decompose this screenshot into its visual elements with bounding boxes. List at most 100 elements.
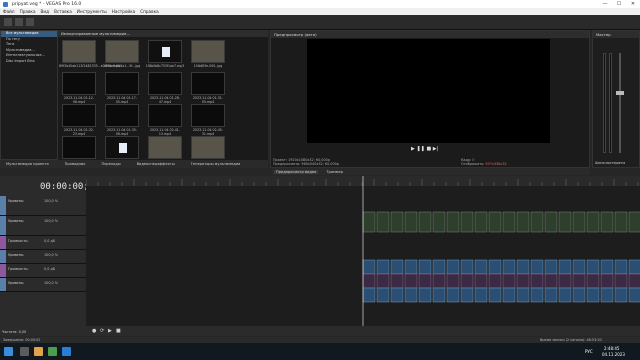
timeline-clip (572, 259, 586, 275)
minimize-button[interactable]: — (598, 0, 612, 8)
timeline-clip (390, 273, 404, 289)
media-thumbnail[interactable] (148, 104, 182, 127)
timeline-clip (404, 211, 418, 233)
tree-item-disc-import[interactable]: Disc Import Bins (1, 59, 57, 65)
timeline-clip (502, 287, 516, 303)
tab-trimmer[interactable]: Триммер (326, 170, 343, 174)
master-fader-handle[interactable] (616, 91, 624, 95)
track-header[interactable]: Уровень: 100,0 % (0, 250, 86, 264)
language-indicator[interactable]: РУС (585, 349, 593, 354)
tab-media-generators[interactable]: Генераторы мультимедиа (191, 162, 241, 166)
timeline-clip (586, 273, 600, 289)
pause-icon[interactable]: ❚❚ (416, 146, 424, 152)
track-header[interactable]: Уровень: 100,0 % (0, 278, 86, 292)
track-param-value[interactable]: 0,0 дБ (44, 239, 55, 243)
browser-icon[interactable] (48, 347, 57, 356)
track-param-value[interactable]: 100,0 % (44, 281, 58, 285)
stop-icon[interactable]: ■ (426, 146, 431, 152)
track-param-value[interactable]: 100,0 % (44, 253, 58, 257)
timeline-clip (376, 211, 390, 233)
media-thumbnail[interactable] (105, 136, 139, 159)
close-button[interactable]: ✕ (626, 0, 640, 8)
menu-help[interactable]: Справка (140, 9, 158, 14)
tab-transitions[interactable]: Переходы (102, 162, 121, 166)
maximize-button[interactable]: ☐ (612, 0, 626, 8)
track-header[interactable]: Уровень: 100,0 % (0, 196, 86, 216)
search-icon[interactable] (20, 347, 29, 356)
media-thumbnail[interactable] (62, 40, 96, 63)
loop-icon[interactable]: ⟳ (100, 328, 104, 334)
media-thumbnail[interactable] (148, 40, 182, 63)
track-header[interactable]: Уровень: 100,0 % (0, 216, 86, 236)
media-thumbnail[interactable] (105, 40, 139, 63)
track-color-strip (0, 216, 6, 235)
master-bus-label: Шина мастеринга (595, 161, 626, 165)
timeline-clip (488, 259, 502, 275)
media-thumbnail[interactable] (148, 72, 182, 95)
media-thumbnail[interactable] (191, 40, 225, 63)
timeline-clip (628, 259, 640, 275)
menu-file[interactable]: Файл (3, 9, 15, 14)
media-thumbnail[interactable] (105, 72, 139, 95)
vegas-taskbar-icon[interactable] (62, 347, 71, 356)
timeline-clip (516, 273, 530, 289)
media-thumbnail[interactable] (62, 72, 96, 95)
media-thumbnail[interactable] (62, 104, 96, 127)
timeline-clip (586, 211, 600, 233)
master-fader-track (619, 53, 621, 153)
track-header[interactable]: Громкость: 0,0 дБ (0, 236, 86, 250)
file-explorer-icon[interactable] (34, 347, 43, 356)
timeline-canvas[interactable] (86, 176, 640, 326)
tab-video-preview[interactable]: Предпросмотр видео (274, 169, 319, 174)
record-icon[interactable]: ● (92, 328, 96, 334)
tab-explorer[interactable]: Проводник (65, 162, 86, 166)
track-header[interactable]: Громкость: 0,0 дБ (0, 264, 86, 278)
track-headers: 00:00:00;00 Уровень: 100,0 % Уровень: 100,0… (0, 176, 100, 336)
tab-project-media[interactable]: Мультимедиа проекта (6, 162, 49, 166)
media-thumbnail[interactable] (62, 136, 96, 159)
track-param-value[interactable]: 100,0 % (44, 199, 58, 203)
next-frame-icon[interactable]: ▶| (433, 146, 439, 152)
new-icon[interactable] (4, 18, 12, 26)
media-thumbnail[interactable] (191, 72, 225, 95)
master-title: Мастер (596, 32, 611, 37)
taskbar: РУС 2:48:45 04.11.2023 (0, 343, 640, 360)
timeline-clip (418, 259, 432, 275)
media-thumbnail[interactable] (148, 136, 182, 159)
timeline-track-area[interactable] (86, 176, 640, 326)
timeline-clip (572, 211, 586, 233)
timeline-clip (516, 287, 530, 303)
media-thumbnail[interactable] (105, 104, 139, 127)
open-icon[interactable] (15, 18, 23, 26)
stop-timeline-icon[interactable]: ■ (116, 328, 121, 334)
timeline-clip (544, 259, 558, 275)
track-param-value[interactable]: 100,0 % (44, 219, 58, 223)
timeline-clip (600, 211, 614, 233)
menu-insert[interactable]: Вставка (54, 9, 72, 14)
save-icon[interactable] (26, 18, 34, 26)
master-bus-panel: Мастер Шина мастеринга (592, 30, 640, 168)
preview-label: Предпросмотр: (273, 162, 301, 167)
video-viewer[interactable] (307, 39, 550, 143)
timeline-clip (558, 287, 572, 303)
media-thumbnail-label: 2023-11-04 01-32-23.mp4 (64, 128, 94, 136)
media-thumbnail-label: 2023-11-04 02-45-31.mp4 (193, 128, 223, 136)
menu-tools[interactable]: Инструменты (77, 9, 107, 14)
start-icon[interactable] (4, 347, 13, 356)
menu-edit[interactable]: Правка (20, 9, 36, 14)
menu-view[interactable]: Вид (41, 9, 50, 14)
clock-time: 2:48:45 (604, 346, 620, 351)
timeline-clip (376, 273, 390, 289)
preview-mode-label[interactable]: Предпросмотр (авто) (274, 32, 317, 37)
track-color-strip (0, 236, 6, 249)
media-thumbnail[interactable] (191, 136, 225, 159)
media-thumbnail-label: 2023-11-04 01-31-05.mp4 (193, 96, 223, 104)
play-icon[interactable]: ▶ (411, 146, 415, 152)
play-timeline-icon[interactable]: ▶ (108, 328, 112, 334)
tab-video-fx[interactable]: Видеоспецэффекты (137, 162, 175, 166)
timeline-clip (376, 287, 390, 303)
media-thumbnail[interactable] (191, 104, 225, 127)
track-param-value[interactable]: 0,0 дБ (44, 267, 55, 271)
timeline-clip (460, 273, 474, 289)
menu-options[interactable]: Настройка (112, 9, 136, 14)
